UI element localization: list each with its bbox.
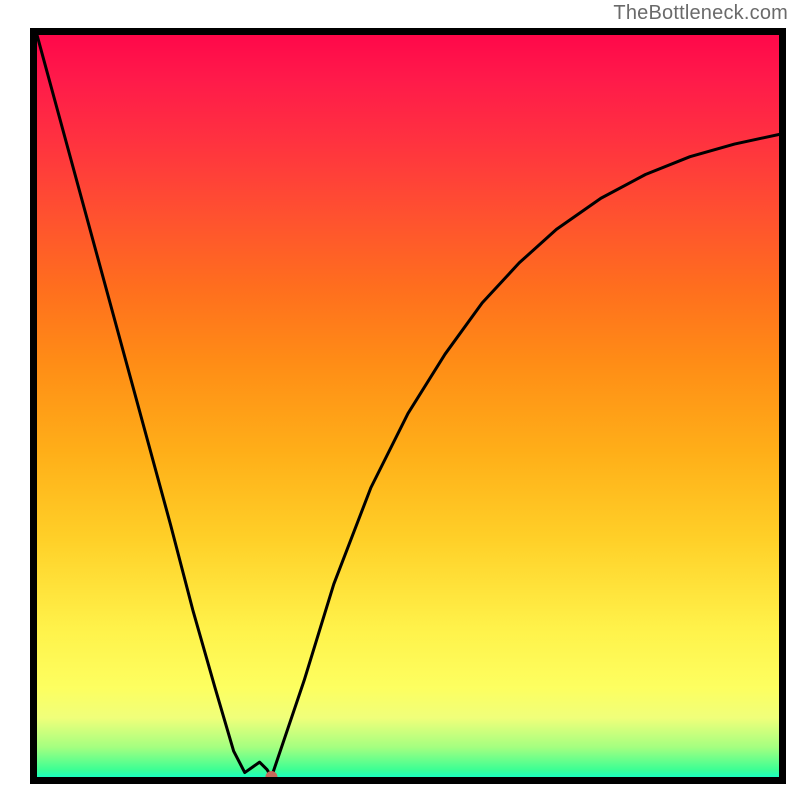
watermark-text: TheBottleneck.com [613,2,788,25]
bottleneck-curve [37,35,779,777]
plot-area [30,28,786,784]
chart-container: TheBottleneck.com [0,0,800,800]
curve-svg [37,35,779,777]
